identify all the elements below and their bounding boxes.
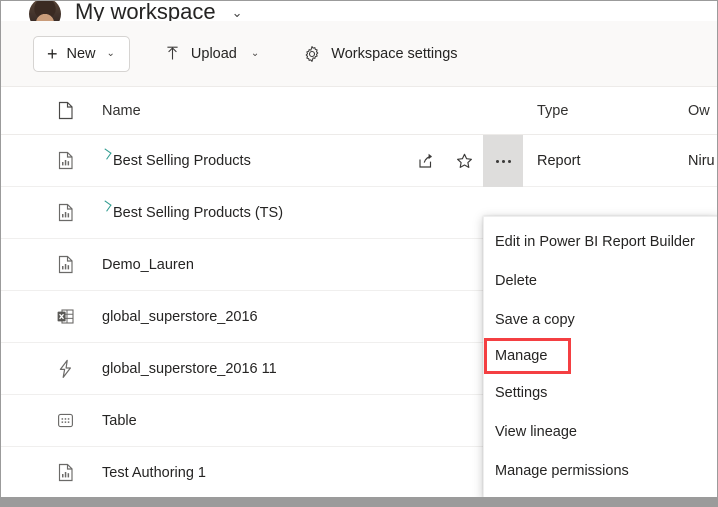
workspace-header: My workspace ⌄ <box>1 1 717 21</box>
menu-item-label: Delete <box>495 272 537 289</box>
row-name[interactable]: Test Authoring 1 <box>102 465 206 481</box>
menu-item-label: Edit in Power BI Report Builder <box>495 233 695 250</box>
row-name-label: Best Selling Products <box>113 152 251 169</box>
avatar <box>29 1 61 21</box>
workspace-settings-label: Workspace settings <box>331 45 458 62</box>
document-icon <box>53 99 77 123</box>
star-icon[interactable] <box>445 135 483 187</box>
row-name[interactable]: global_superstore_2016 <box>102 309 258 325</box>
row-name-label: Test Authoring 1 <box>102 464 206 481</box>
menu-item-label: Settings <box>495 384 548 401</box>
column-header-owner[interactable]: Ow <box>688 103 710 119</box>
row-type: Report <box>537 152 581 169</box>
menu-item-label: Manage <box>495 348 548 364</box>
menu-item-manage-permissions[interactable]: Manage permissions <box>484 451 717 490</box>
table-row[interactable]: Best Selling Products Report Niru <box>1 135 717 187</box>
menu-item-delete[interactable]: Delete <box>484 261 717 300</box>
menu-item-manage[interactable]: Manage <box>484 338 571 374</box>
command-bar: + New ⌄ Upload ⌄ Workspace settings <box>1 21 717 87</box>
column-header-type[interactable]: Type <box>537 103 568 119</box>
upload-button[interactable]: Upload ⌄ <box>154 36 269 72</box>
menu-item-label: View lineage <box>495 423 577 440</box>
gear-icon <box>303 45 321 63</box>
row-name[interactable]: Best Selling Products (TS) <box>102 202 283 223</box>
dataflow-icon <box>53 357 77 381</box>
power-bi-workspace-window: My workspace ⌄ + New ⌄ Upload ⌄ Workspac… <box>0 0 718 507</box>
row-name-label: Table <box>102 412 137 429</box>
page-title: My workspace <box>75 1 216 21</box>
share-icon[interactable] <box>407 135 445 187</box>
row-name-label: global_superstore_2016 11 <box>102 360 277 377</box>
menu-item-settings[interactable]: Settings <box>484 373 717 412</box>
upload-icon <box>164 45 181 62</box>
menu-item-save-a-copy[interactable]: Save a copy <box>484 300 717 339</box>
workspace-settings-button[interactable]: Workspace settings <box>293 36 467 72</box>
row-name-label: global_superstore_2016 <box>102 308 258 325</box>
menu-item-label: Save a copy <box>495 311 575 328</box>
menu-item-edit-in-report-builder[interactable]: Edit in Power BI Report Builder <box>484 222 717 261</box>
chevron-down-icon: ⌄ <box>250 48 260 59</box>
excel-icon <box>53 305 77 329</box>
menu-item-view-lineage[interactable]: View lineage <box>484 412 717 451</box>
chevron-down-icon: ⌄ <box>106 48 115 59</box>
plus-icon: + <box>47 43 58 64</box>
row-actions <box>407 135 523 187</box>
new-button-label: New <box>66 45 96 62</box>
menu-item-label: Manage permissions <box>495 462 629 479</box>
sensitivity-label-icon <box>102 150 111 162</box>
row-name[interactable]: global_superstore_2016 11 <box>102 361 277 377</box>
row-name-label: Best Selling Products (TS) <box>113 204 284 221</box>
dashboard-icon <box>53 409 77 433</box>
row-name[interactable]: Demo_Lauren <box>102 257 194 273</box>
more-options-icon[interactable] <box>483 135 523 187</box>
column-header-name[interactable]: Name <box>102 103 141 119</box>
row-name[interactable]: Best Selling Products <box>102 150 251 171</box>
sensitivity-label-icon <box>102 202 111 214</box>
new-button[interactable]: + New ⌄ <box>33 35 130 72</box>
upload-button-label: Upload <box>190 45 237 62</box>
row-name-label: Demo_Lauren <box>102 256 194 273</box>
context-menu: Edit in Power BI Report Builder Delete S… <box>483 216 717 499</box>
row-owner: Niru <box>688 152 715 169</box>
report-icon <box>53 253 77 277</box>
row-name[interactable]: Table <box>102 413 137 429</box>
chevron-down-icon[interactable]: ⌄ <box>232 5 243 21</box>
report-icon <box>53 461 77 485</box>
report-icon <box>53 149 77 173</box>
table-header-row: Name Type Ow <box>1 87 717 135</box>
report-icon <box>53 201 77 225</box>
window-bottom-edge <box>1 497 717 506</box>
ellipsis-glyph <box>495 159 511 163</box>
